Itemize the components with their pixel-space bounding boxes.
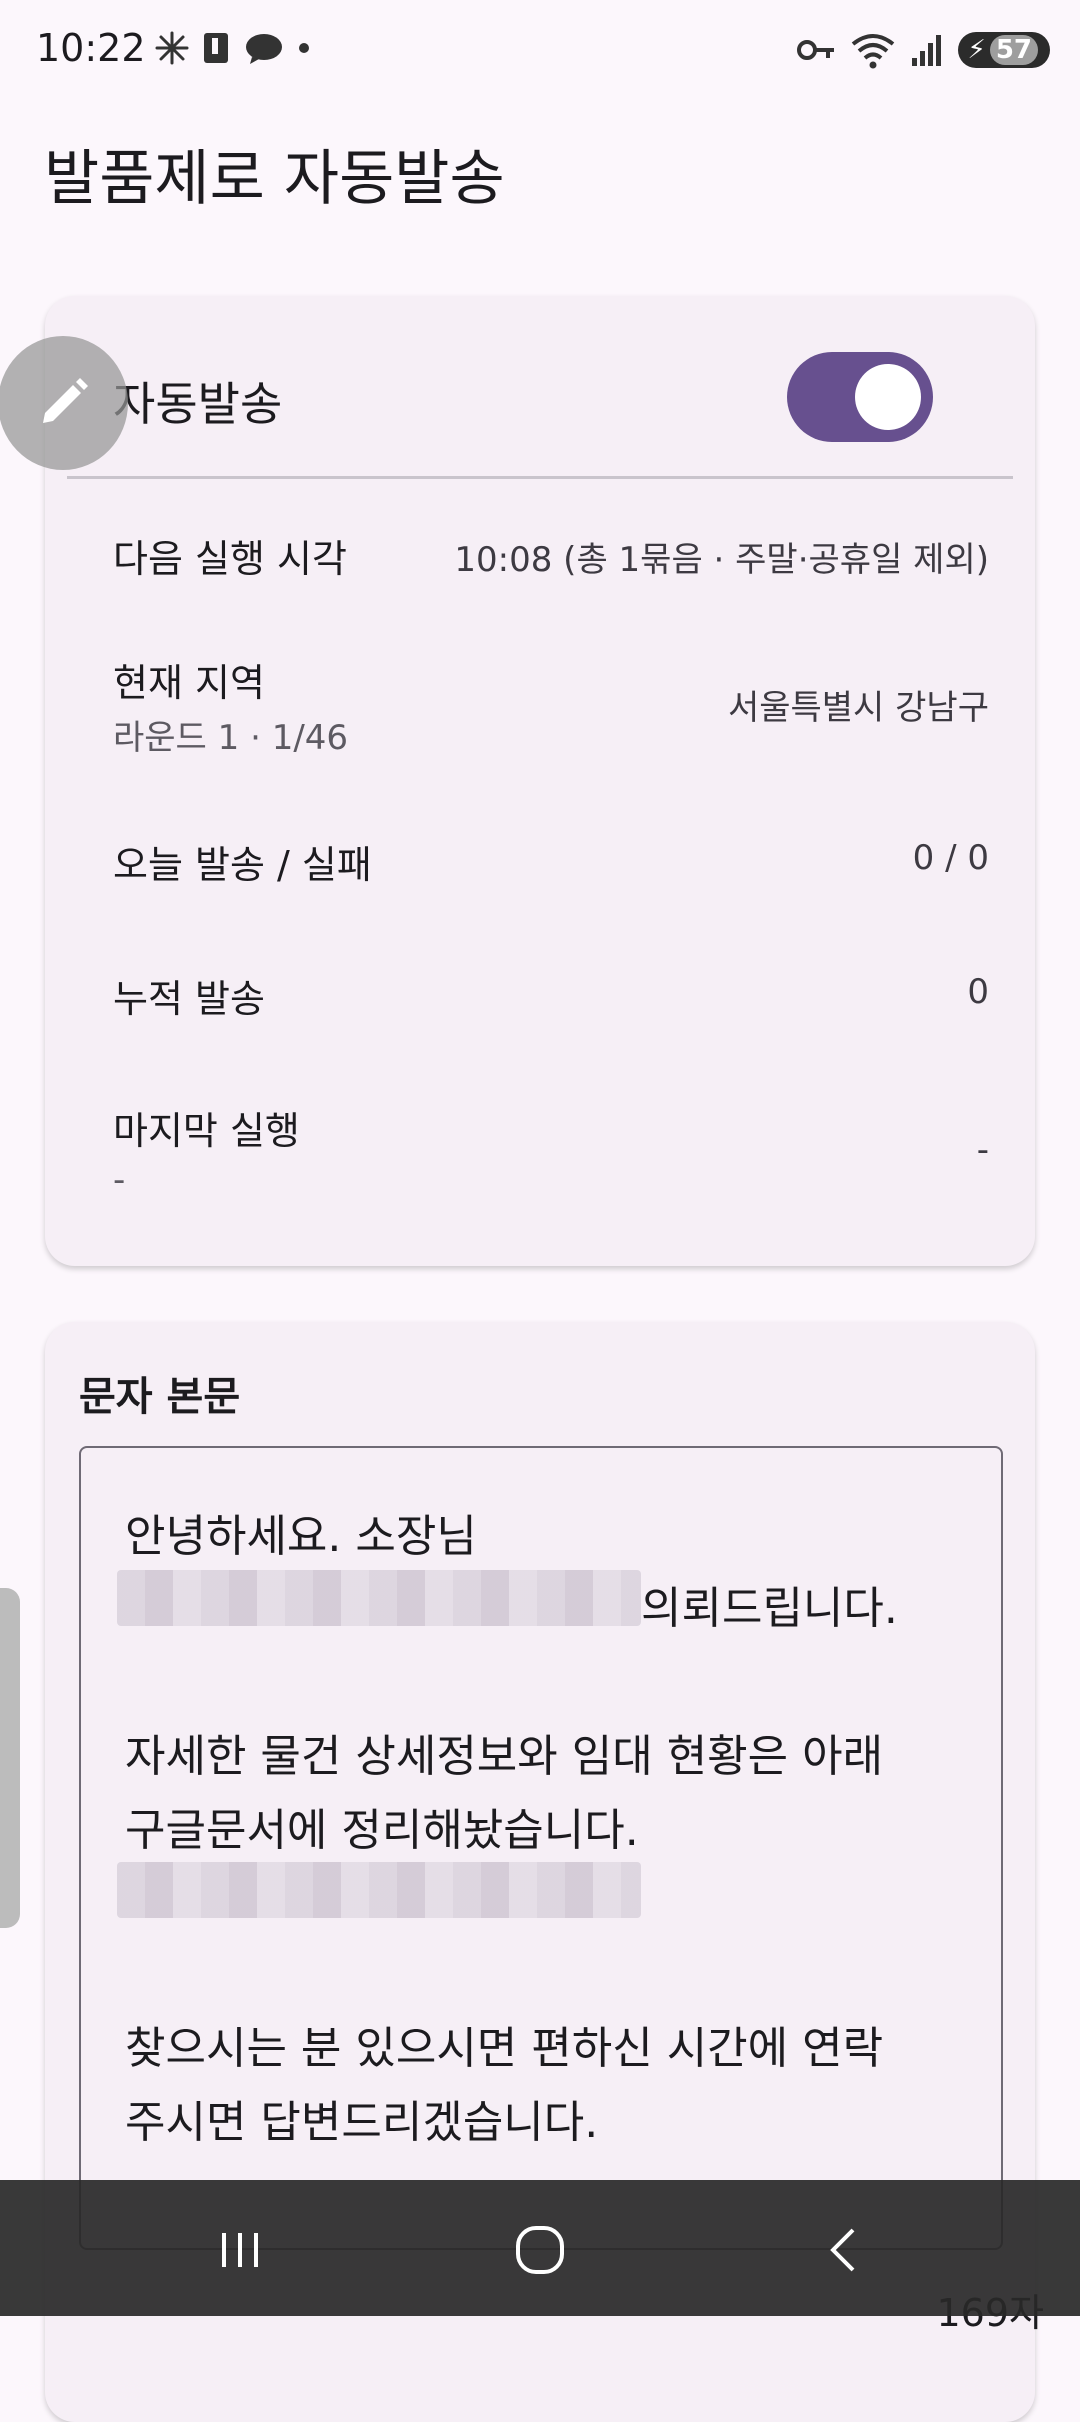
key-icon	[796, 40, 834, 60]
battery-level: 57	[989, 35, 1038, 65]
auto-send-label: 자동발송	[113, 377, 283, 431]
system-icons: ⚡ 57	[796, 30, 1050, 70]
home-button[interactable]	[480, 2210, 600, 2290]
region-value: 서울특별시 강남구	[727, 688, 989, 728]
pencil-icon	[43, 378, 88, 423]
message-line: 안녕하세요. 소장님	[125, 1511, 477, 1562]
today-label: 오늘 발송 / 실패	[113, 843, 372, 887]
region-label: 현재 지역	[113, 661, 265, 705]
auto-send-switch[interactable]	[787, 352, 933, 442]
last-run-sub: -	[113, 1160, 126, 1200]
message-line: 자세한 물건 상세정보와 임대 현황은 아래	[125, 1731, 884, 1782]
redacted-text	[117, 1570, 641, 1626]
page-title: 발품제로 자동발송	[44, 144, 505, 214]
auto-send-toggle-row[interactable]: 자동발송	[45, 296, 1035, 476]
wifi-icon	[851, 34, 894, 69]
edge-panel-handle[interactable]	[0, 1588, 20, 1928]
message-line: 의뢰드립니다.	[641, 1583, 898, 1634]
next-run-row: 다음 실행 시각 10:08 (총 1묶음 · 주말·공휴일 제외)	[113, 528, 989, 608]
today-row: 오늘 발송 / 실패 0 / 0	[113, 834, 989, 894]
region-row: 현재 지역 라운드 1 · 1/46 서울특별시 강남구	[113, 652, 989, 762]
message-line: 주시면 답변드리겠습니다.	[125, 2097, 599, 2148]
navigation-bar	[0, 2180, 1080, 2316]
region-round: 라운드 1 · 1/46	[113, 718, 349, 758]
total-value: 0	[967, 972, 989, 1012]
today-value: 0 / 0	[912, 838, 989, 878]
message-line: 찾으시는 분 있으시면 편하신 시간에 연락	[125, 2023, 884, 2074]
pinwheel-icon	[155, 31, 189, 65]
status-time: 10:22	[36, 26, 146, 70]
total-row: 누적 발송 0	[113, 968, 989, 1028]
signal-icon	[911, 35, 941, 66]
last-run-row: 마지막 실행 - -	[113, 1100, 989, 1210]
next-run-value: 10:08 (총 1묶음 · 주말·공휴일 제외)	[454, 540, 989, 580]
back-button[interactable]	[784, 2210, 904, 2290]
redacted-link	[117, 1862, 641, 1918]
total-label: 누적 발송	[113, 977, 265, 1021]
message-title: 문자 본문	[79, 1374, 241, 1420]
status-bar: 10:22 ⚡ 57	[0, 0, 1080, 104]
edit-button[interactable]	[0, 336, 128, 470]
switch-thumb	[855, 364, 921, 430]
notification-icons	[154, 30, 314, 66]
last-run-value: -	[976, 1130, 989, 1170]
battery-icon: ⚡ 57	[957, 32, 1050, 68]
recents-icon	[222, 2233, 258, 2267]
message-input[interactable]: 안녕하세요. 소장님 의뢰드립니다. 자세한 물건 상세정보와 임대 현황은 아…	[79, 1446, 1003, 2250]
dot-icon	[299, 43, 309, 53]
auto-send-card: 자동발송 다음 실행 시각 10:08 (총 1묶음 · 주말·공휴일 제외) …	[45, 296, 1035, 1266]
next-run-label: 다음 실행 시각	[113, 537, 347, 581]
message-line: 구글문서에 정리해놨습니다.	[125, 1805, 639, 1856]
charging-bolt-icon: ⚡	[967, 35, 986, 65]
divider	[67, 476, 1013, 479]
last-run-label: 마지막 실행	[113, 1109, 300, 1153]
back-icon	[830, 2228, 855, 2272]
recents-button[interactable]	[180, 2210, 300, 2290]
phone-icon	[204, 33, 228, 63]
cloud-icon	[246, 34, 282, 64]
home-icon	[516, 2226, 564, 2274]
